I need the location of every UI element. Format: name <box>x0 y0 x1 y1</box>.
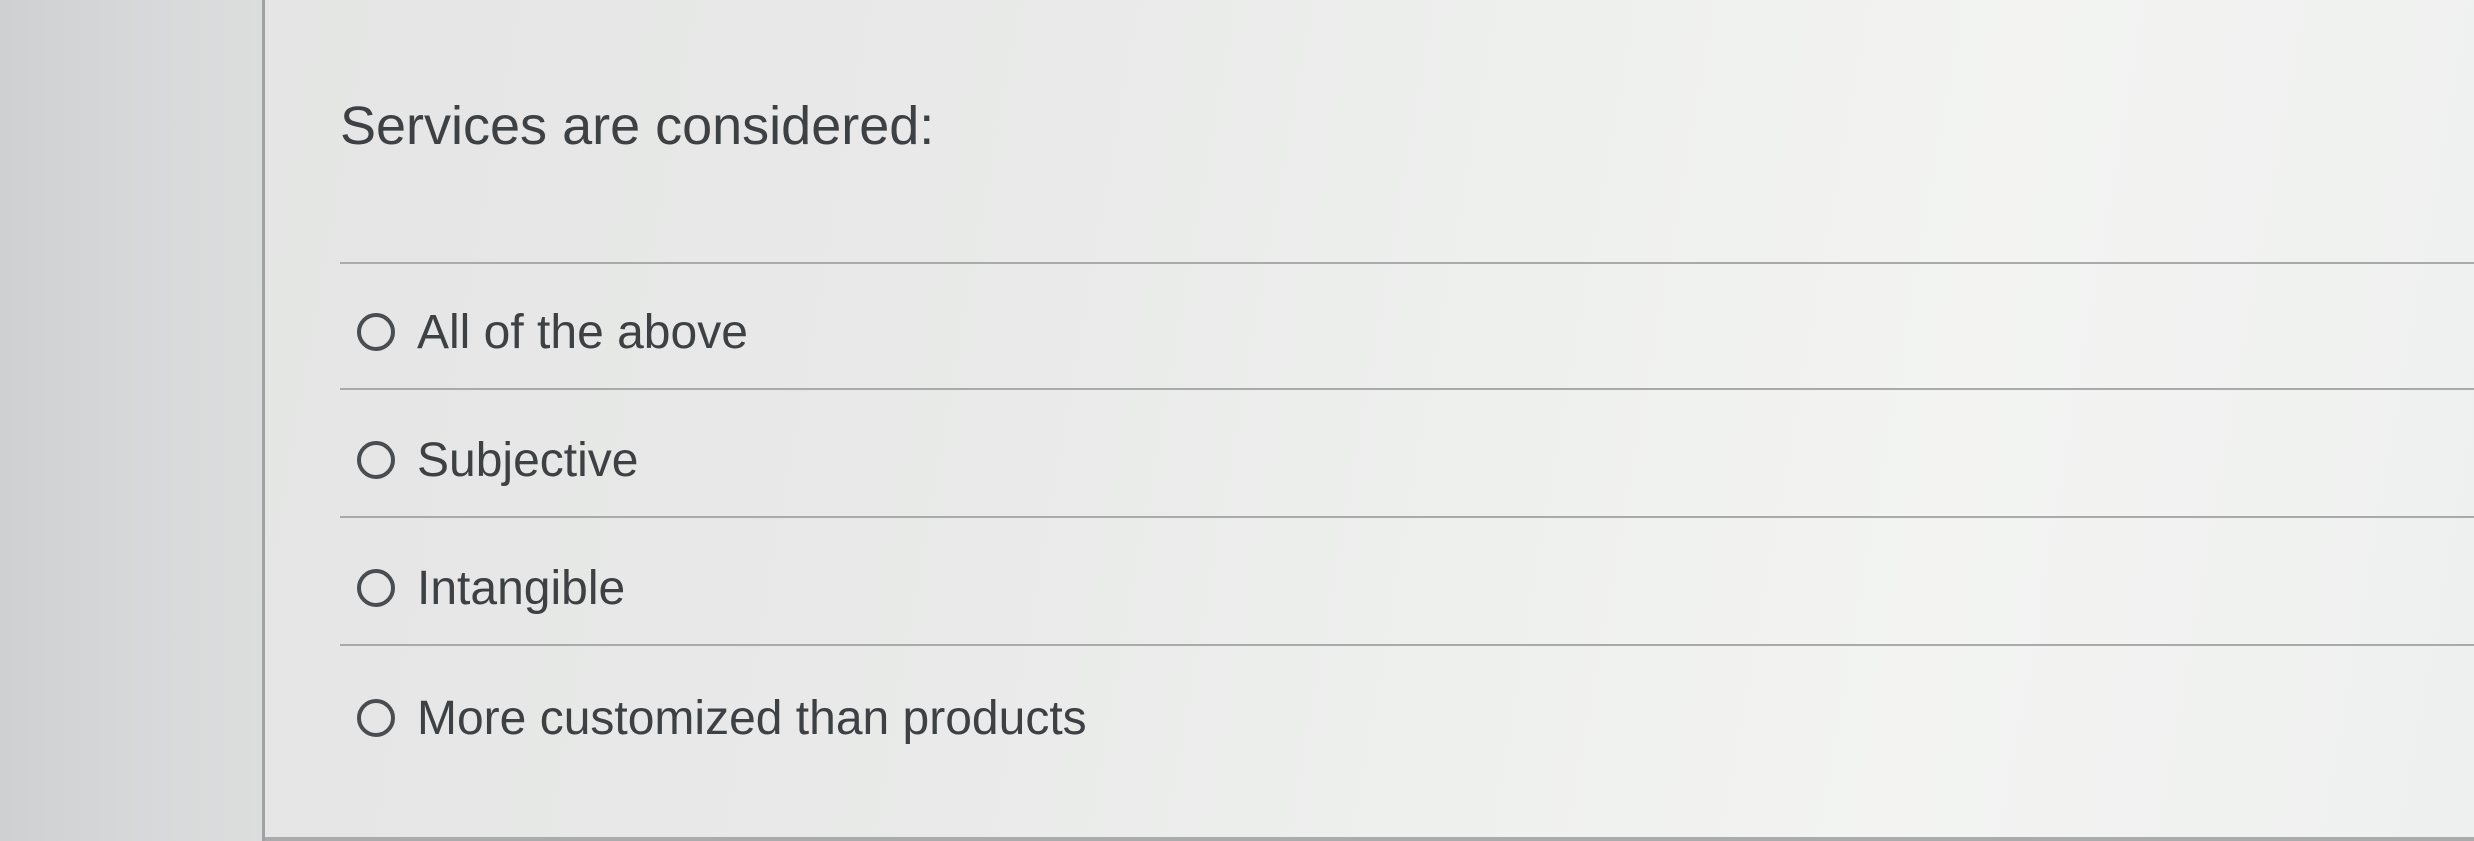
option-subjective[interactable]: Subjective <box>340 420 638 500</box>
option-divider <box>340 388 2474 390</box>
question-divider <box>340 262 2474 264</box>
option-label: More customized than products <box>417 691 1087 745</box>
radio-unchecked-icon[interactable] <box>357 313 395 351</box>
option-intangible[interactable]: Intangible <box>340 548 625 628</box>
option-divider <box>340 644 2474 646</box>
option-divider <box>340 516 2474 518</box>
option-more-customized[interactable]: More customized than products <box>340 678 1087 758</box>
radio-unchecked-icon[interactable] <box>357 569 395 607</box>
radio-unchecked-icon[interactable] <box>357 699 395 737</box>
option-label: Subjective <box>417 433 639 487</box>
left-margin <box>0 0 262 841</box>
question-panel: Services are considered: All of the abov… <box>262 0 2474 841</box>
question-text: Services are considered: <box>340 96 935 156</box>
option-all-of-the-above[interactable]: All of the above <box>340 292 748 372</box>
option-label: All of the above <box>417 305 748 359</box>
option-label: Intangible <box>417 561 626 615</box>
radio-unchecked-icon[interactable] <box>357 441 395 479</box>
